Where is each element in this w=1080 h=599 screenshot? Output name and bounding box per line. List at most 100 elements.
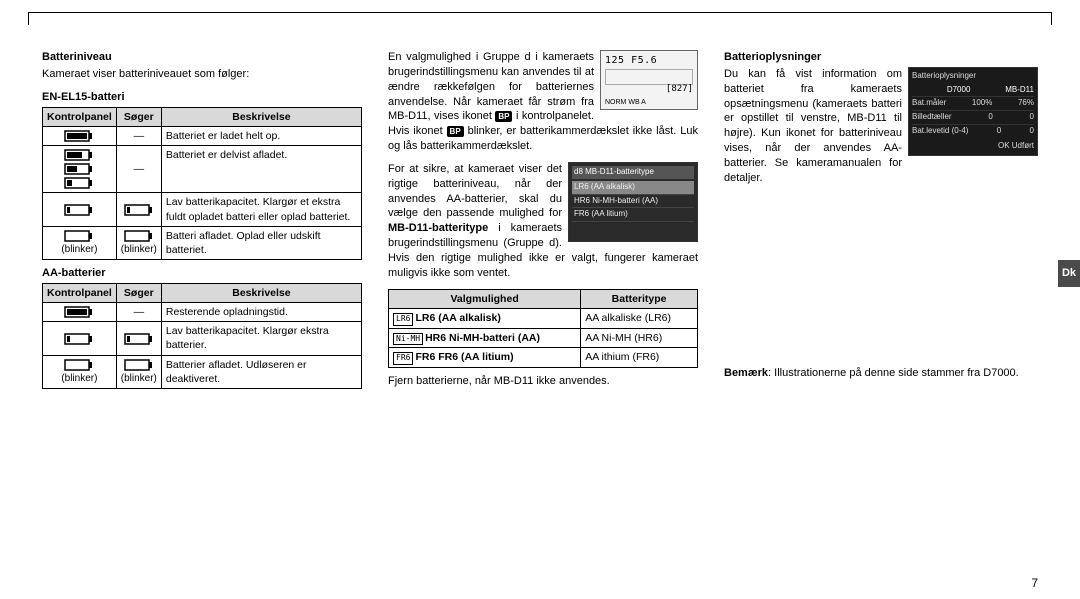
info-val: 100% [972, 98, 992, 109]
note-label: Bemærk [724, 367, 768, 379]
text-bold: MB-D11-batteritype [388, 222, 488, 234]
cell: Batteriet er ladet helt op. [161, 126, 361, 145]
cell: FR6FR6 FR6 (AA litium) [389, 348, 581, 368]
lcd-readout-norm: NORM WB A [605, 98, 646, 107]
table-header-row: Valgmulighed Batteritype [389, 289, 698, 308]
col-beskrivelse: Beskrivelse [161, 107, 361, 126]
battery-partial-icon [43, 145, 117, 193]
content-columns: Batteriniveau Kameraet viser batterinive… [42, 50, 1038, 569]
battery-empty-blink-icon-vf: (blinker) [116, 355, 161, 388]
col-valgmulighed: Valgmulighed [389, 289, 581, 308]
lcd-panel-illustration: 125 F5.6 [827] NORM WB A [600, 50, 698, 110]
table-aa: Kontrolpanel Søger Beskrivelse — Restere… [42, 283, 362, 389]
col-batteritype: Batteritype [581, 289, 698, 308]
info-screen-illustration: Batterioplysninger D7000 MB-D11 Bat.måle… [908, 67, 1038, 156]
note-text: : Illustrationerne på denne side stammer… [768, 367, 1019, 379]
column-middle: 125 F5.6 [827] NORM WB A En valgmulighed… [388, 50, 698, 569]
table-row: — Batteriet er ladet helt op. [43, 126, 362, 145]
cell: LR6LR6 (AA alkalisk) [389, 308, 581, 328]
col-beskrivelse: Beskrivelse [161, 283, 361, 302]
manual-page: Dk Batteriniveau Kameraet viser batterin… [0, 0, 1080, 599]
cell: AA alkaliske (LR6) [581, 308, 698, 328]
column-left: Batteriniveau Kameraet viser batterinive… [42, 50, 362, 569]
column-right: Batterioplysninger Batterioplysninger D7… [724, 50, 1038, 569]
lcd-readout-top: 125 F5.6 [605, 54, 693, 68]
info-header-row: D7000 MB-D11 [912, 84, 1034, 97]
info-val: 0 [1030, 126, 1034, 137]
battery-low-icon-vf [116, 193, 161, 226]
battery-low-icon [43, 322, 117, 355]
footer-note-remove-batteries: Fjern batterierne, når MB-D11 ikke anven… [388, 374, 698, 389]
battery-empty-blink-icon-vf: (blinker) [116, 226, 161, 259]
cell: — [116, 145, 161, 193]
col-soger: Søger [116, 107, 161, 126]
battery-full-icon [43, 303, 117, 322]
page-number: 7 [1031, 575, 1038, 591]
lcd-norm-label: NORM [605, 99, 626, 106]
col-soger: Søger [116, 283, 161, 302]
table-header-row: Kontrolpanel Søger Beskrivelse [43, 107, 362, 126]
battery-low-icon-vf [116, 322, 161, 355]
info-title: Batterioplysninger [912, 71, 1034, 82]
section-title-battery-info: Batterioplysninger [724, 50, 1038, 65]
option-label: FR6 FR6 (AA litium) [415, 351, 513, 363]
info-col-mbd11: MB-D11 [1005, 85, 1034, 96]
table-row: (blinker) (blinker) Batteri afladet. Opl… [43, 226, 362, 259]
info-row: Billedtæller 0 0 [912, 110, 1034, 124]
cell: — [116, 126, 161, 145]
info-val: 76% [1018, 98, 1034, 109]
option-label: HR6 Ni-MH-batteri (AA) [425, 332, 540, 344]
info-val: 0 [988, 112, 992, 123]
section-title-battery-level: Batteriniveau [42, 50, 362, 65]
option-icon: Ni-MH [393, 333, 423, 346]
info-label: Bat.måler [912, 98, 946, 109]
cell: Lav batterikapacitet. Klargør ekstra bat… [161, 322, 361, 355]
menu-option: LR6 (AA alkalisk) [572, 181, 694, 195]
lcd-wb-label: WB A [628, 99, 646, 106]
cell: Batterier afladet. Udløseren er deaktive… [161, 355, 361, 388]
col-kontrolpanel: Kontrolpanel [43, 283, 117, 302]
bp-icon: BP [495, 111, 512, 122]
col-kontrolpanel: Kontrolpanel [43, 107, 117, 126]
info-ok: OK Udført [912, 141, 1034, 152]
info-val: 0 [997, 126, 1001, 137]
battery-full-icon [43, 126, 117, 145]
cell: — [116, 303, 161, 322]
bp-icon: BP [447, 126, 464, 137]
cell: Lav batterikapacitet. Klargør et ekstra … [161, 193, 361, 226]
table-row: Lav batterikapacitet. Klargør ekstra bat… [43, 322, 362, 355]
option-label: LR6 (AA alkalisk) [415, 312, 500, 324]
info-label: Bat.levetid (0-4) [912, 126, 968, 137]
table-row: FR6FR6 FR6 (AA litium) AA ithium (FR6) [389, 348, 698, 368]
battery-level-intro: Kameraet viser batteriniveauet som følge… [42, 67, 362, 82]
subhead-aa: AA-batterier [42, 266, 362, 281]
table-battery-type: Valgmulighed Batteritype LR6LR6 (AA alka… [388, 289, 698, 369]
cell: Resterende opladningstid. [161, 303, 361, 322]
info-val: 0 [1030, 112, 1034, 123]
language-tab: Dk [1058, 260, 1080, 287]
menu-option: FR6 (AA litium) [572, 208, 694, 222]
cell: Batteriet er delvist afladet. [161, 145, 361, 193]
battery-empty-blink-icon: (blinker) [43, 226, 117, 259]
table-header-row: Kontrolpanel Søger Beskrivelse [43, 283, 362, 302]
info-label: Billedtæller [912, 112, 952, 123]
info-col-d7000: D7000 [947, 85, 971, 96]
table-row: (blinker) (blinker) Batterier afladet. U… [43, 355, 362, 388]
subhead-en-el15: EN-EL15-batteri [42, 90, 362, 105]
cell: AA Ni-MH (HR6) [581, 328, 698, 348]
table-row: — Resterende opladningstid. [43, 303, 362, 322]
option-icon: LR6 [393, 313, 413, 326]
lcd-readout-count: [827] [666, 83, 693, 95]
cell: Batteri afladet. Oplad eller udskift bat… [161, 226, 361, 259]
cell: Ni-MHHR6 Ni-MH-batteri (AA) [389, 328, 581, 348]
page-frame [28, 12, 1052, 25]
table-row: LR6LR6 (AA alkalisk) AA alkaliske (LR6) [389, 308, 698, 328]
option-icon: FR6 [393, 352, 413, 365]
note-d7000: Bemærk: Illustrationerne på denne side s… [724, 366, 1038, 381]
menu-option: HR6 Ni-MH-batteri (AA) [572, 195, 694, 209]
info-row: Bat.levetid (0-4) 0 0 [912, 124, 1034, 138]
table-row: Ni-MHHR6 Ni-MH-batteri (AA) AA Ni-MH (HR… [389, 328, 698, 348]
info-row: Bat.måler 100% 76% [912, 96, 1034, 110]
battery-empty-blink-icon: (blinker) [43, 355, 117, 388]
menu-illustration-battery-type: d8 MB-D11-batteritype LR6 (AA alkalisk) … [568, 162, 698, 242]
